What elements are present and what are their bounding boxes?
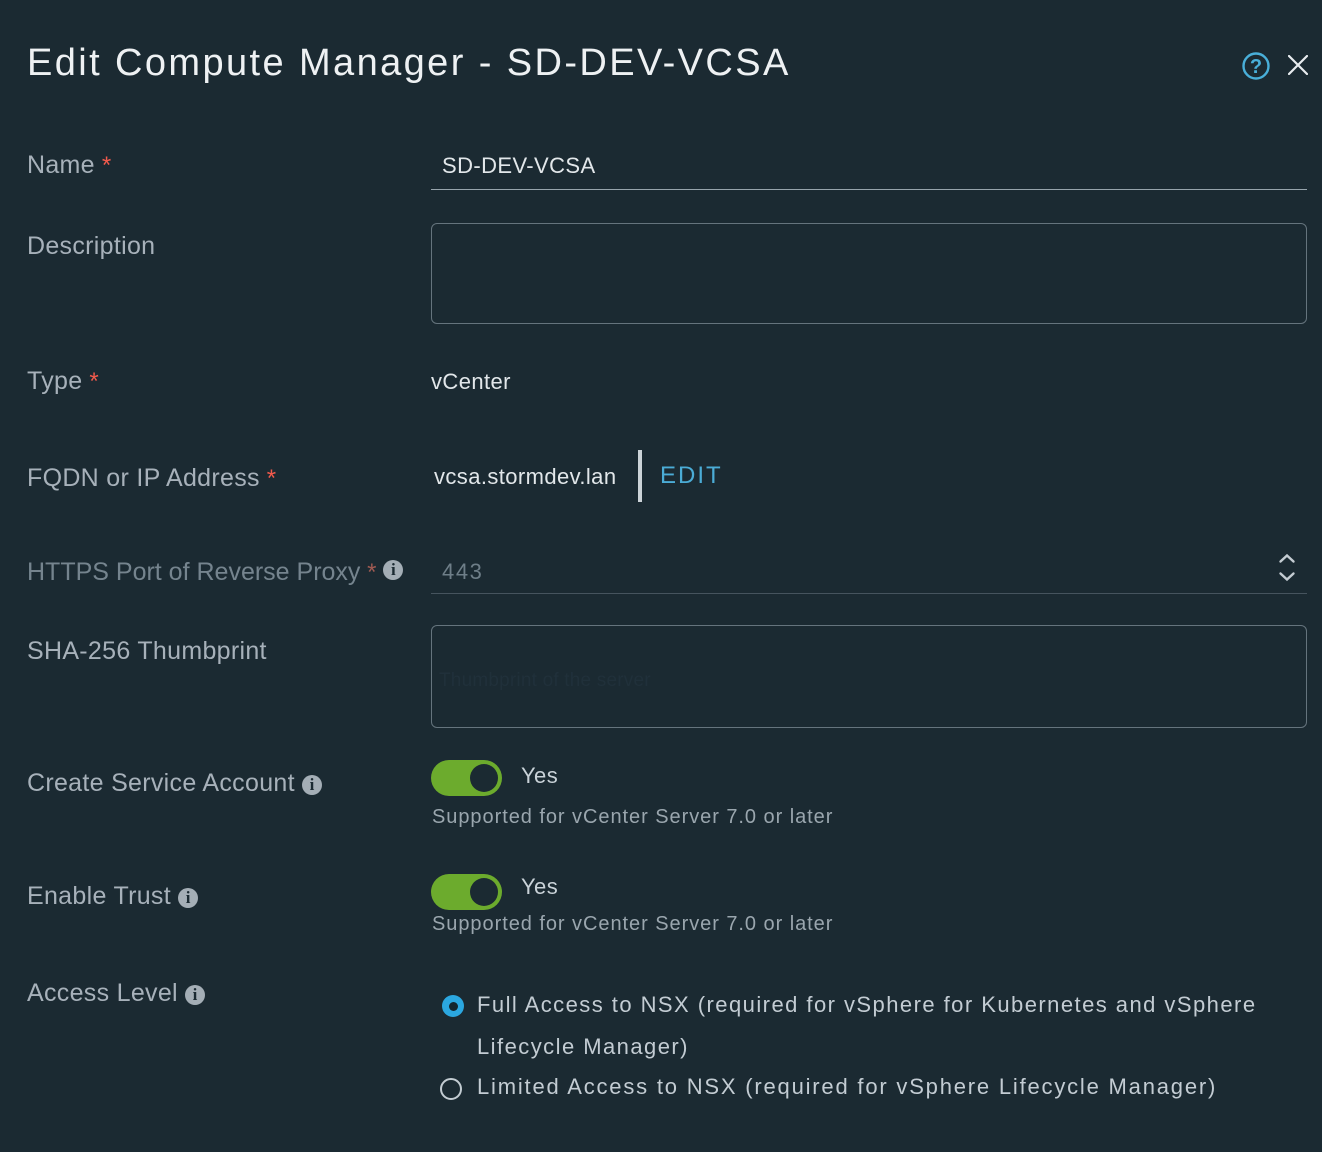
svg-text:?: ? [1250,56,1262,78]
